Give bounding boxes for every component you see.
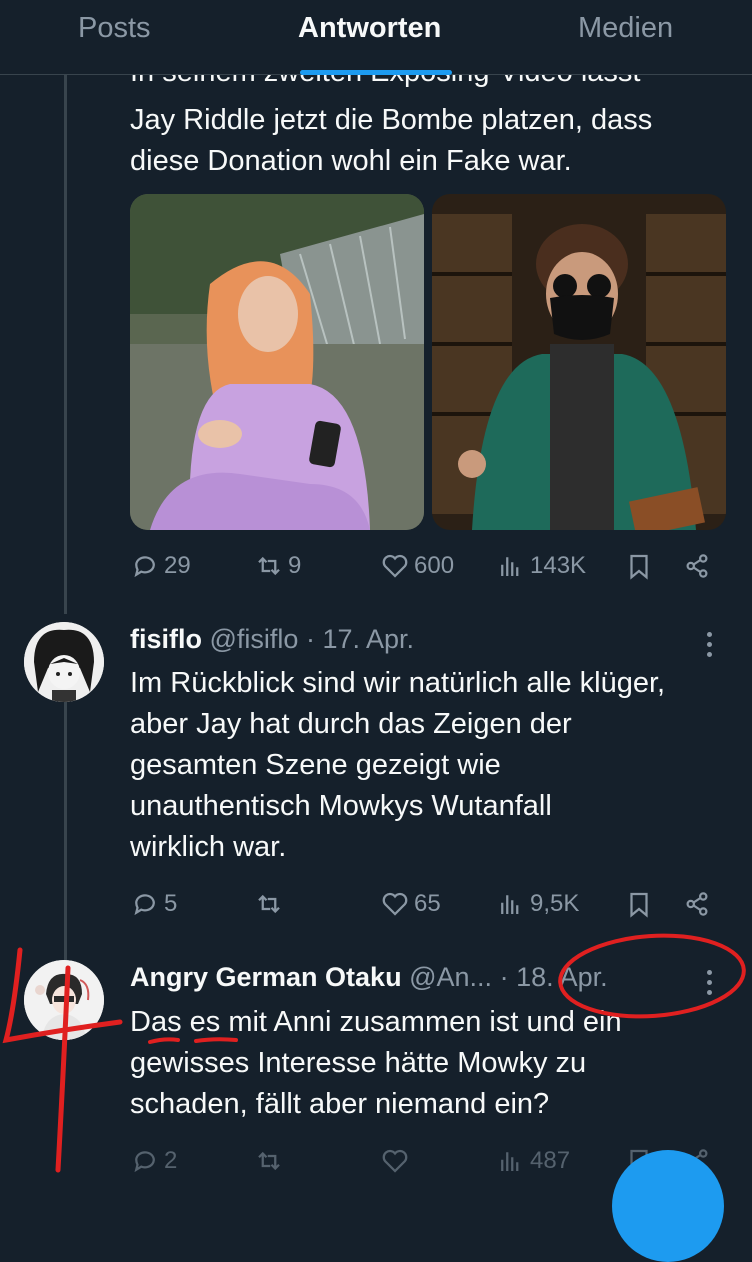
display-name[interactable]: fisiflo — [130, 624, 202, 654]
repost-button[interactable]: 9 — [254, 551, 301, 581]
tweet-date[interactable]: 17. Apr. — [322, 624, 414, 654]
avatar[interactable] — [24, 960, 104, 1040]
tweet-actions: 5 65 9,5K — [130, 889, 720, 929]
tab-medien[interactable]: Medien — [578, 12, 673, 45]
bookmark-icon — [630, 554, 648, 580]
like-button[interactable]: 65 — [380, 889, 441, 919]
repost-icon — [258, 894, 280, 914]
like-button[interactable] — [380, 1146, 410, 1176]
heart-icon — [382, 892, 408, 916]
user-handle[interactable]: @An... — [409, 962, 492, 992]
like-count: 65 — [414, 890, 441, 917]
views-icon — [501, 895, 519, 914]
heart-icon — [382, 554, 408, 578]
tweet-text: Im Rückblick sind wir natürlich alle klü… — [130, 667, 666, 863]
repost-count: 9 — [288, 552, 302, 579]
separator: · — [305, 624, 315, 654]
display-name[interactable]: Angry German Otaku — [130, 962, 402, 992]
more-options-button[interactable] — [700, 628, 720, 664]
view-count: 9,5K — [530, 890, 580, 917]
tweet-image-masked-man[interactable] — [432, 194, 726, 530]
views-icon — [501, 557, 519, 576]
avatar[interactable] — [24, 622, 104, 702]
tweet-header: fisiflo @fisiflo · 17. Apr. — [130, 624, 414, 655]
bookmark-icon — [630, 892, 648, 918]
active-tab-indicator — [300, 70, 452, 75]
reply-button[interactable]: 29 — [130, 551, 191, 581]
views-button[interactable]: 487 — [496, 1146, 570, 1176]
tweet-actions: 29 9 600 143K — [130, 551, 720, 591]
more-options-button[interactable] — [700, 966, 720, 1002]
views-button[interactable]: 9,5K — [496, 889, 579, 919]
reply-count: 2 — [164, 1147, 178, 1174]
tab-antworten[interactable]: Antworten — [298, 12, 441, 45]
reply-count: 5 — [164, 890, 178, 917]
views-icon — [501, 1152, 519, 1171]
repost-button[interactable] — [254, 1146, 284, 1176]
separator: · — [499, 962, 509, 992]
tweet-text: Das es mit Anni zusammen ist und ein gew… — [130, 1006, 622, 1120]
repost-icon — [258, 556, 280, 576]
repost-button[interactable] — [254, 889, 288, 919]
tab-posts[interactable]: Posts — [78, 12, 151, 45]
reply-button[interactable]: 5 — [130, 889, 177, 919]
tweet-date[interactable]: 18. Apr. — [516, 962, 608, 992]
thread-line — [64, 74, 67, 614]
bookmark-button[interactable] — [624, 889, 654, 919]
user-handle[interactable]: @fisiflo — [210, 624, 299, 654]
share-button[interactable] — [682, 551, 712, 581]
thread-line — [64, 700, 67, 960]
share-icon — [686, 892, 708, 916]
like-button[interactable]: 600 — [380, 551, 454, 581]
view-count: 487 — [530, 1147, 571, 1174]
reply-button[interactable]: 2 — [130, 1146, 177, 1176]
reply-icon — [134, 556, 155, 578]
tweet-text: Jay Riddle jetzt die Bombe platzen, dass… — [130, 104, 653, 177]
profile-tabs: Posts Antworten Medien — [0, 0, 752, 75]
repost-icon — [258, 1151, 280, 1171]
heart-icon — [382, 1149, 408, 1173]
compose-button[interactable] — [612, 1150, 724, 1262]
reply-count: 29 — [164, 552, 191, 579]
tweet-image-woman[interactable] — [130, 194, 424, 530]
view-count: 143K — [530, 552, 587, 579]
like-count: 600 — [414, 552, 455, 579]
views-button[interactable]: 143K — [496, 551, 586, 581]
reply-icon — [134, 894, 155, 916]
bookmark-button[interactable] — [624, 551, 654, 581]
reply-icon — [134, 1151, 155, 1173]
share-icon — [686, 554, 708, 578]
share-button[interactable] — [682, 889, 712, 919]
tweet-header: Angry German Otaku @An... · 18. Apr. — [130, 962, 608, 993]
